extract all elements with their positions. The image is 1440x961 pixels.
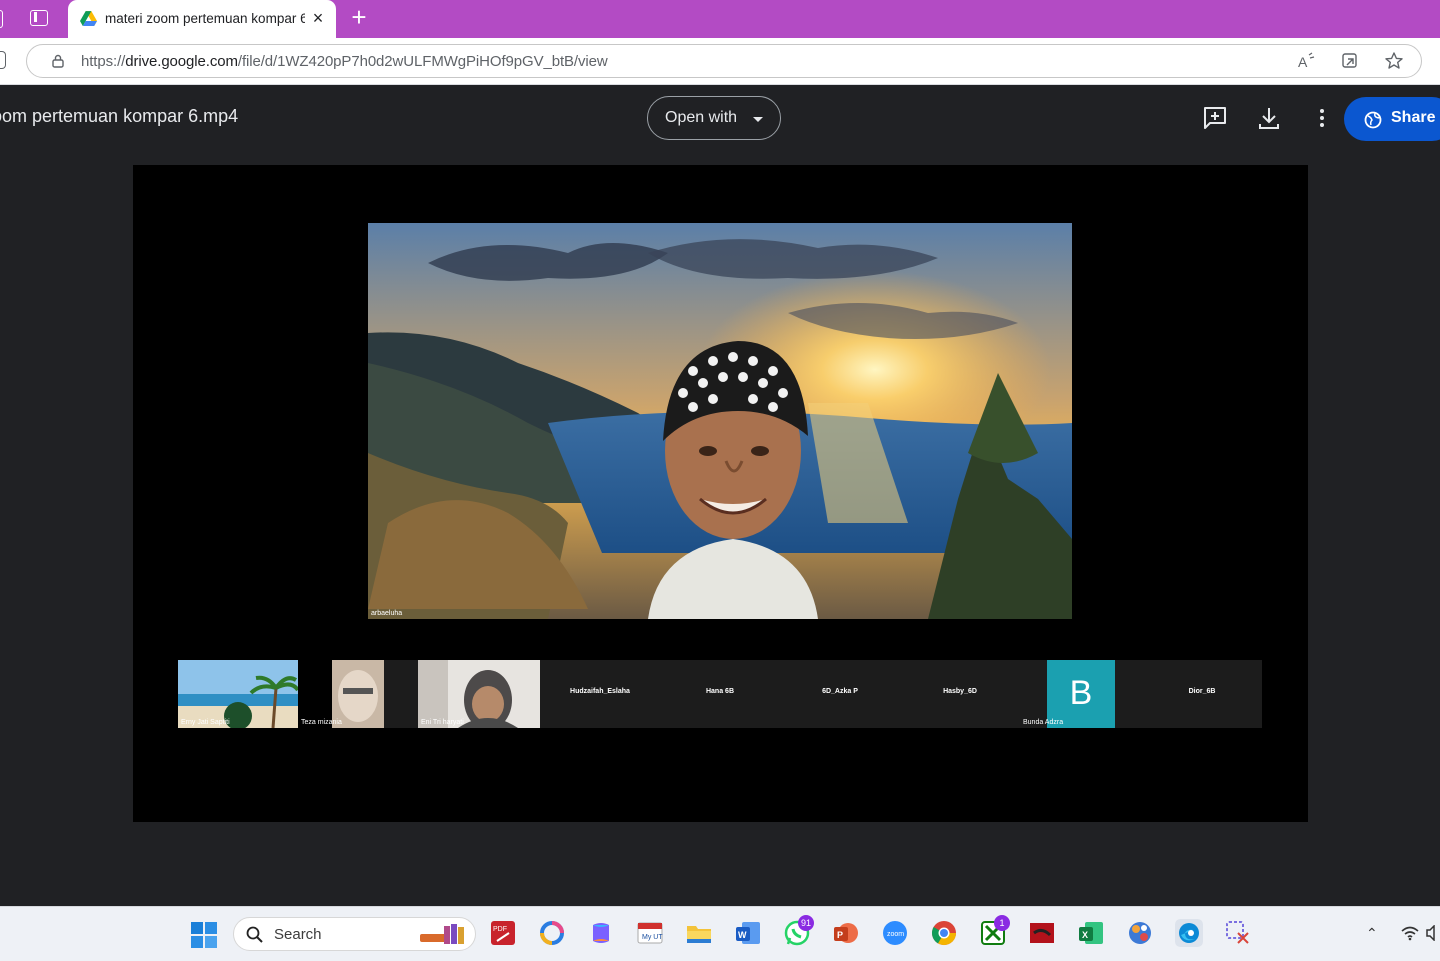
- open-with-label: Open with: [665, 109, 738, 126]
- copilot-app-icon[interactable]: [538, 919, 566, 947]
- participant-avatar: B: [1047, 660, 1115, 728]
- tab-title: materi zoom pertemuan kompar 6.mp4: [105, 11, 305, 26]
- participant-name: 6D_Azka P: [822, 688, 858, 695]
- participant-strip: Erny Jati Saptiti Teza mizania Eni Tri h…: [178, 660, 1262, 728]
- snipping-tool-icon[interactable]: [1224, 919, 1252, 947]
- beach-background-image: [178, 660, 298, 728]
- participant-tile: Dior_6B: [1142, 660, 1262, 728]
- taskbar-search-box[interactable]: Search: [233, 917, 476, 951]
- volume-icon[interactable]: [1426, 925, 1440, 941]
- excel-icon[interactable]: X: [1077, 919, 1105, 947]
- participant-name: Eni Tri haryati: [421, 719, 464, 726]
- participant-name: Hana 6B: [705, 688, 734, 695]
- copilot-icon[interactable]: [587, 919, 615, 947]
- chrome-icon[interactable]: [930, 919, 958, 947]
- notification-badge: 91: [798, 915, 814, 931]
- start-icon[interactable]: [191, 922, 217, 948]
- url-host: drive.google.com: [125, 53, 238, 70]
- books-icon: [420, 924, 464, 944]
- svg-text:P: P: [837, 930, 843, 940]
- svg-text:X: X: [1082, 930, 1088, 940]
- participant-tile: Hasby_6D: [900, 660, 1020, 728]
- site-info-icon[interactable]: [51, 54, 65, 68]
- browser-toolbar: https://drive.google.com/file/d/1WZ420pP…: [0, 38, 1440, 85]
- file-name: oom pertemuan kompar 6.mp4: [0, 106, 239, 126]
- participant-tile: Teza mizania: [298, 660, 384, 728]
- vertical-tabs-icon[interactable]: [30, 10, 48, 26]
- participant-name: Erny Jati Saptiti: [181, 719, 230, 726]
- network-app-icon[interactable]: [1126, 919, 1154, 947]
- participant-name: Dior_6B: [1188, 688, 1216, 695]
- favorite-star-icon[interactable]: [1383, 51, 1405, 73]
- url-scheme: https://: [81, 53, 126, 70]
- share-button[interactable]: Share: [1344, 97, 1440, 141]
- participant-tile: Erny Jati Saptiti: [178, 660, 298, 728]
- open-with-button[interactable]: Open with: [647, 96, 781, 140]
- wifi-icon[interactable]: [1400, 925, 1420, 941]
- participant-name: Teza mizania: [301, 719, 342, 726]
- participant-tile: Eni Tri haryati: [418, 660, 540, 728]
- participant-tile: 6D_Azka P: [780, 660, 900, 728]
- more-options-icon[interactable]: [1308, 104, 1336, 132]
- svg-text:PDF: PDF: [493, 926, 507, 933]
- svg-text:A: A: [1298, 54, 1308, 70]
- back-icon[interactable]: [0, 51, 6, 69]
- app-available-icon[interactable]: [1339, 51, 1361, 73]
- edge-icon[interactable]: [1175, 919, 1203, 947]
- close-tab-icon[interactable]: ×: [308, 8, 328, 28]
- svg-text:W: W: [738, 930, 747, 940]
- video-player[interactable]: arbaeluha Erny Jati Saptiti Teza mizania: [133, 165, 1308, 822]
- zoom-icon[interactable]: zoom: [881, 919, 909, 947]
- search-label: Search: [274, 926, 322, 943]
- tab-strip: materi zoom pertemuan kompar 6.mp4 × +: [0, 0, 1440, 38]
- search-icon: [246, 926, 263, 943]
- google-drive-icon: [80, 11, 97, 26]
- presenter-person-image: [648, 341, 818, 619]
- url-path: /file/d/1WZ420pP7h0d2wULFMWgPiHOf9pGV_bt…: [237, 53, 608, 70]
- pdf-icon[interactable]: PDF: [489, 919, 517, 947]
- svg-text:My UT: My UT: [642, 934, 663, 941]
- new-tab-button[interactable]: +: [348, 4, 370, 30]
- participant-name: Hudzaifah_Eslaha: [570, 688, 630, 695]
- participant-video-image: [298, 660, 384, 728]
- globe-icon: [1364, 111, 1382, 129]
- speaker-name-label: arbaeluha: [371, 610, 403, 617]
- participant-tile: Hudzaifah_Eslaha: [540, 660, 660, 728]
- share-label: Share: [1391, 109, 1436, 126]
- file-explorer-icon[interactable]: [685, 919, 713, 947]
- participant-video-image: [418, 660, 540, 728]
- show-hidden-icons-chevron-icon[interactable]: ⌃: [1366, 925, 1378, 942]
- participant-tile: Hana 6B: [660, 660, 780, 728]
- red-app-icon[interactable]: [1028, 919, 1056, 947]
- avatar-initial: B: [1069, 674, 1093, 712]
- notification-badge: 1: [994, 915, 1010, 931]
- url-text[interactable]: https://drive.google.com/file/d/1WZ420pP…: [81, 53, 608, 70]
- add-comment-icon[interactable]: [1201, 104, 1229, 132]
- participant-name: Hasby_6D: [943, 688, 977, 695]
- myut-icon[interactable]: My UT: [636, 919, 664, 947]
- read-aloud-icon[interactable]: A: [1295, 51, 1317, 73]
- powerpoint-icon[interactable]: P: [832, 919, 860, 947]
- speaker-video: arbaeluha: [368, 223, 1072, 619]
- download-icon[interactable]: [1255, 104, 1283, 132]
- address-bar[interactable]: https://drive.google.com/file/d/1WZ420pP…: [26, 44, 1422, 78]
- svg-text:zoom: zoom: [887, 931, 904, 938]
- word-icon[interactable]: W: [734, 919, 762, 947]
- participant-name: Bunda Adzra: [1023, 719, 1064, 726]
- taskbar: Search PDF My UT W 91 P zoom 1 X ⌃: [0, 906, 1440, 961]
- previous-tab-edge[interactable]: [0, 10, 6, 28]
- dropdown-caret-icon: [753, 117, 763, 122]
- tab-active[interactable]: materi zoom pertemuan kompar 6.mp4 ×: [68, 0, 336, 38]
